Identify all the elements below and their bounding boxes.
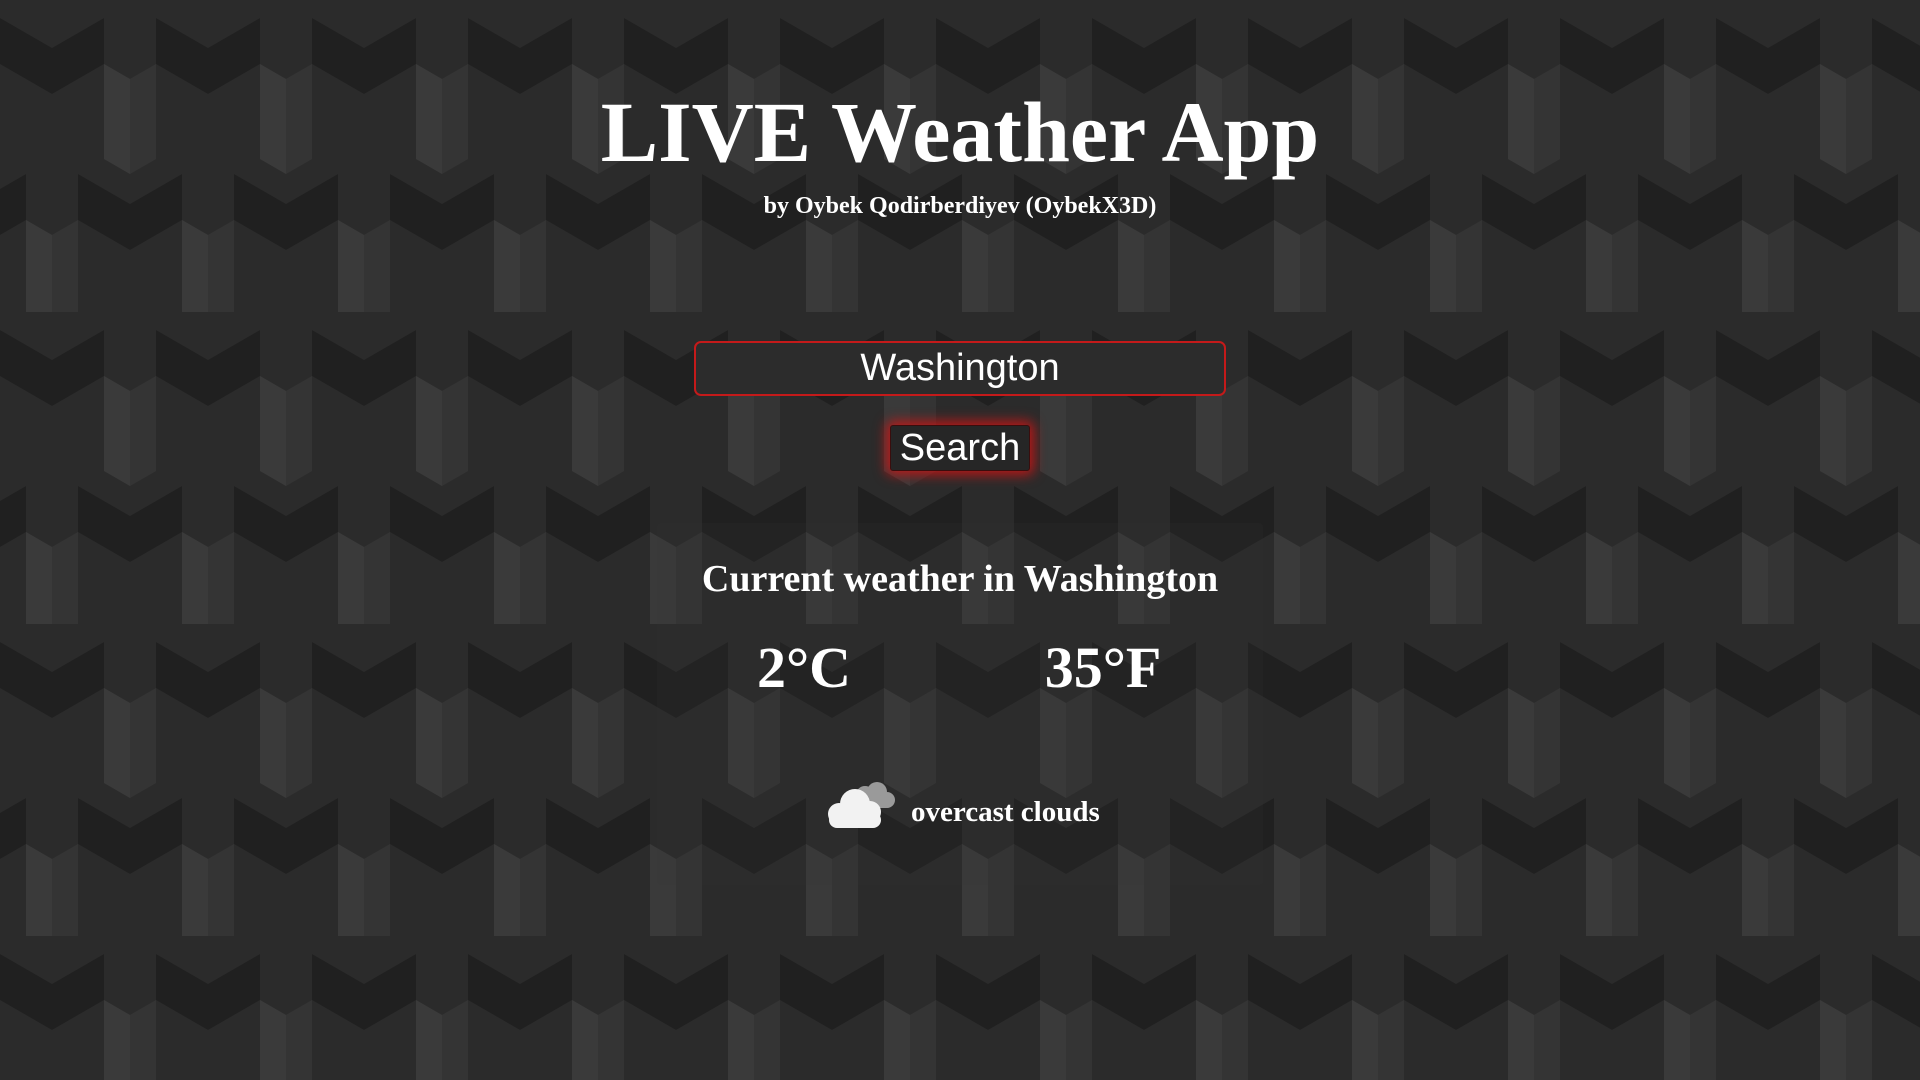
city-search-input[interactable] bbox=[694, 341, 1226, 396]
temperature-celsius: 2°C bbox=[756, 635, 852, 700]
temperature-fahrenheit: 35°F bbox=[1044, 635, 1162, 700]
weather-app: LIVE Weather App by Oybek Qodirberdiyev … bbox=[0, 0, 1920, 1080]
page-title: LIVE Weather App bbox=[600, 84, 1320, 180]
cloud-icon bbox=[828, 782, 895, 828]
author-credit: by Oybek Qodirberdiyev (OybekX3D) bbox=[763, 193, 1157, 219]
weather-condition: overcast clouds bbox=[911, 796, 1100, 828]
search-button[interactable]: Search bbox=[890, 425, 1030, 471]
weather-heading: Current weather in Washington bbox=[701, 558, 1219, 600]
